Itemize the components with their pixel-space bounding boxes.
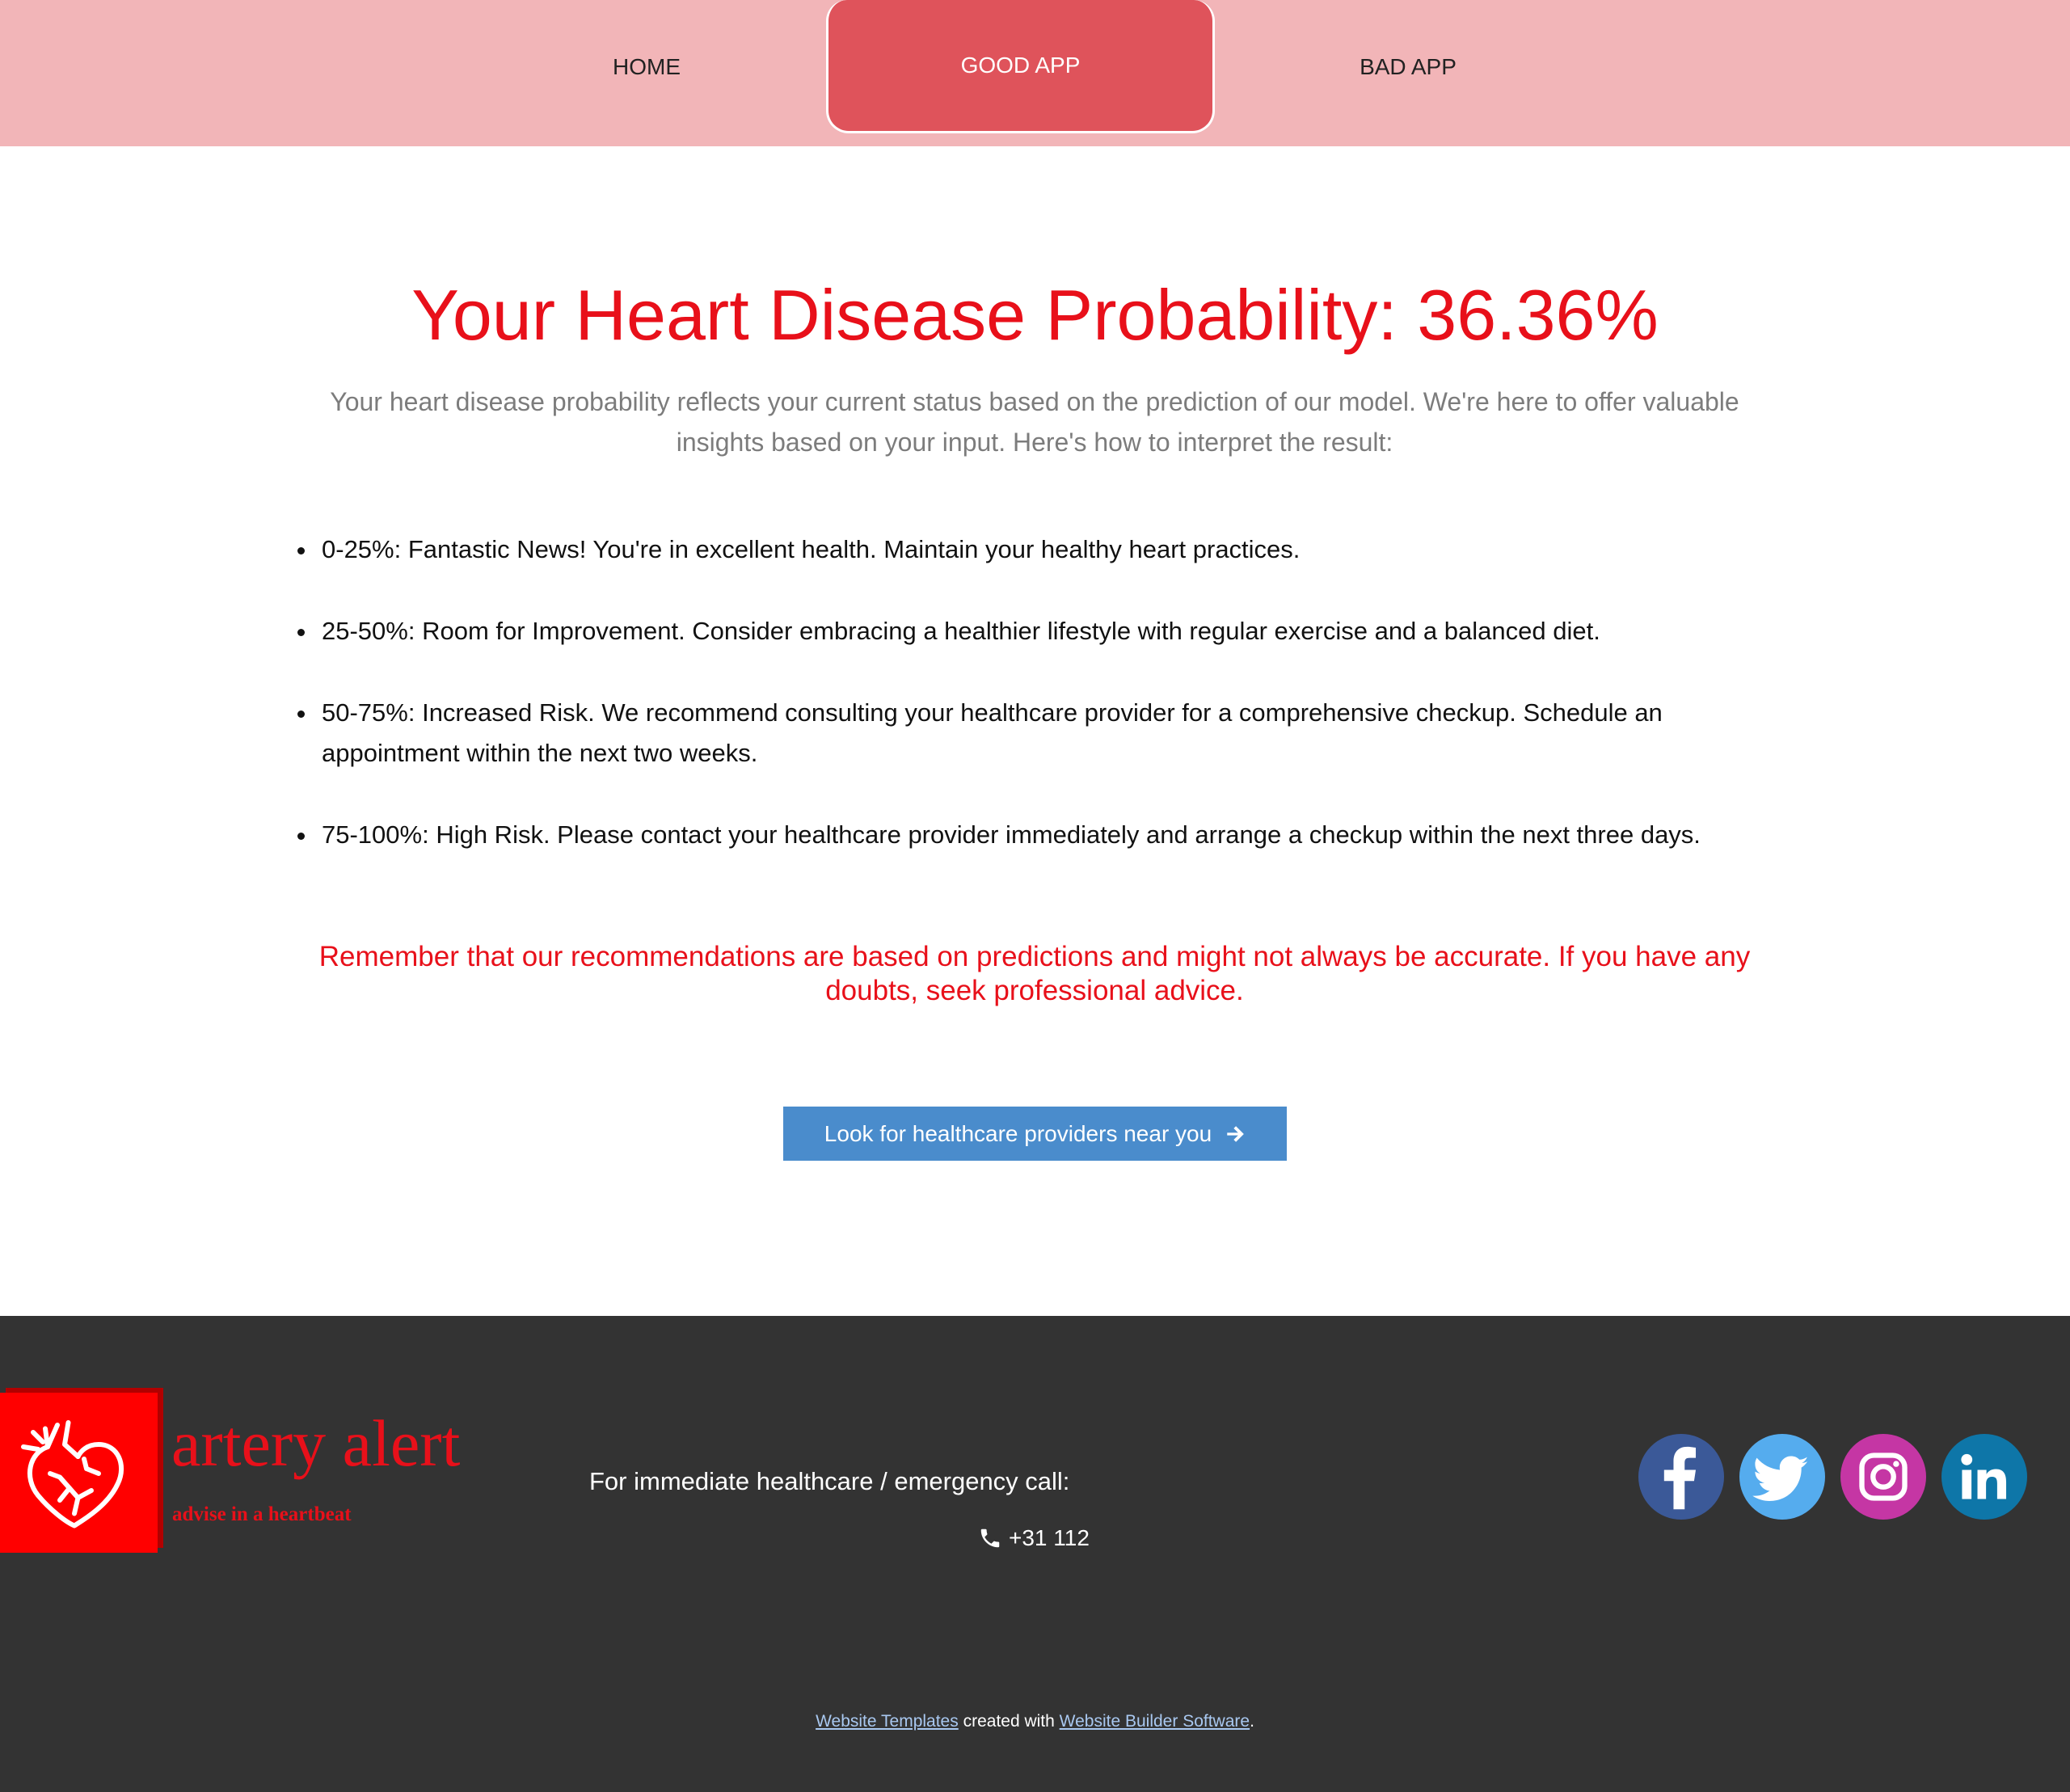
arrow-right-icon — [1227, 1125, 1245, 1142]
linkedin-icon — [1941, 1434, 2027, 1520]
list-item: 25-50%: Room for Improvement. Consider e… — [297, 611, 1752, 651]
heart-organ-icon — [21, 1420, 124, 1528]
nav-good-app-link[interactable]: GOOD APP — [826, 0, 1215, 133]
footer-credits: Website Templates created with Website B… — [0, 1712, 2070, 1731]
brand-logo[interactable] — [0, 1393, 158, 1553]
brand-tagline: advise in a heartbeat — [172, 1503, 352, 1525]
nav-bad-app-link[interactable]: BAD APP — [1214, 0, 1602, 133]
facebook-link[interactable] — [1638, 1434, 1724, 1520]
find-providers-button[interactable]: Look for healthcare providers near you — [783, 1107, 1287, 1161]
page-title: Your Heart Disease Probability: 36.36% — [0, 271, 2070, 360]
website-templates-link[interactable]: Website Templates — [816, 1712, 959, 1731]
top-navigation: HOME GOOD APP BAD APP — [0, 0, 2070, 146]
footer: artery alert advise in a heartbeat For i… — [0, 1316, 2070, 1792]
phone-icon — [980, 1528, 1000, 1548]
twitter-link[interactable] — [1739, 1434, 1825, 1520]
emergency-label: For immediate healthcare / emergency cal… — [589, 1467, 1070, 1495]
risk-range-list: 0-25%: Fantastic News! You're in excelle… — [273, 529, 1752, 896]
intro-text: Your heart disease probability reflects … — [330, 387, 1739, 457]
list-item: 75-100%: High Risk. Please contact your … — [297, 815, 1752, 855]
title-prefix: Your Heart Disease Probability: — [411, 275, 1398, 355]
list-item: 0-25%: Fantastic News! You're in excelle… — [297, 529, 1752, 570]
probability-value: 36.36% — [1417, 275, 1659, 355]
credits-end-text: . — [1250, 1712, 1254, 1731]
instagram-link[interactable] — [1840, 1434, 1926, 1520]
phone-number: +31 112 — [1009, 1525, 1090, 1550]
linkedin-link[interactable] — [1941, 1434, 2027, 1520]
twitter-icon — [1739, 1434, 1825, 1520]
website-builder-link[interactable]: Website Builder Software — [1060, 1712, 1250, 1731]
brand-name: artery alert — [171, 1406, 461, 1480]
credits-middle-text: created with — [963, 1712, 1055, 1731]
nav-home-link[interactable]: HOME — [453, 0, 841, 133]
phone-link[interactable]: +31 112 — [978, 1525, 1090, 1551]
facebook-icon — [1638, 1434, 1724, 1520]
find-providers-label: Look for healthcare providers near you — [824, 1120, 1212, 1146]
instagram-icon — [1840, 1434, 1926, 1520]
list-item: 50-75%: Increased Risk. We recommend con… — [297, 693, 1752, 774]
disclaimer-text: Remember that our recommendations are ba… — [318, 941, 1751, 1006]
